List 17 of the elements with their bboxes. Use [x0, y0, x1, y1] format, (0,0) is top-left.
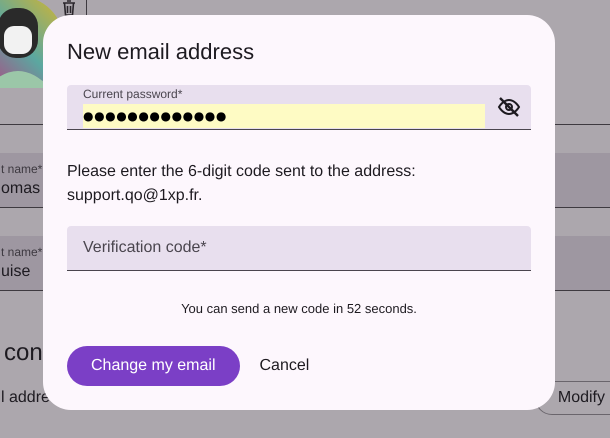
- trash-icon[interactable]: [62, 0, 76, 16]
- field-label: t name*: [1, 245, 42, 259]
- row-label: l addre: [1, 389, 50, 407]
- field-label: Current password*: [83, 86, 184, 100]
- verification-code-field[interactable]: Verification code*: [67, 226, 531, 271]
- cancel-button[interactable]: Cancel: [248, 346, 322, 386]
- section-heading: con: [4, 339, 43, 367]
- field-label: t name*: [1, 162, 42, 176]
- field-value: uise: [1, 263, 30, 281]
- resend-timer-text: You can send a new code in 52 seconds.: [181, 301, 417, 316]
- dialog-title: New email address: [67, 39, 256, 65]
- password-input[interactable]: ●●●●●●●●●●●●●: [83, 104, 485, 128]
- change-email-button[interactable]: Change my email: [67, 346, 240, 386]
- instruction-text: Please enter the 6-digit code sent to the address: support.qo@1xp.fr.: [67, 162, 417, 206]
- eye-slash-icon[interactable]: [497, 95, 521, 119]
- field-value: omas: [1, 180, 40, 198]
- password-field[interactable]: Current password* ●●●●●●●●●●●●●: [67, 85, 531, 130]
